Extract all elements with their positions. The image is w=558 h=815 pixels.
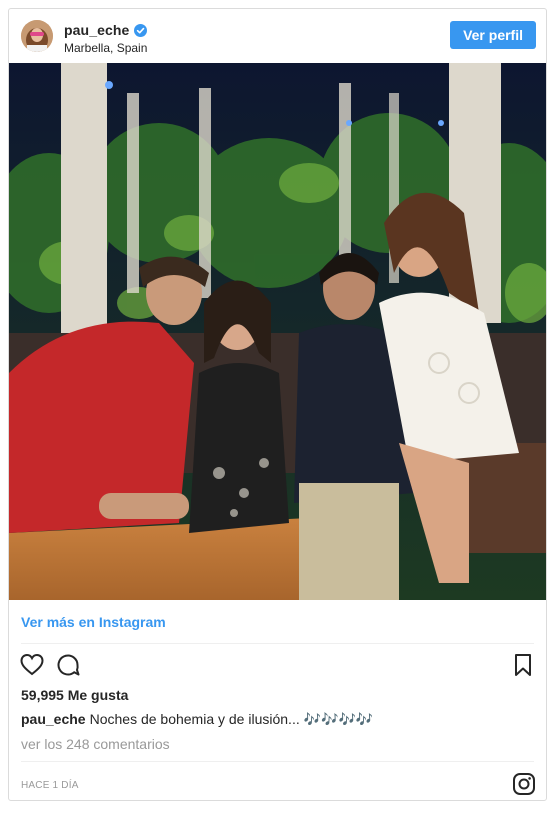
caption-text: Noches de bohemia y de ilusión... 🎶🎶🎶🎶 [89, 711, 374, 727]
heart-icon[interactable] [19, 652, 45, 678]
instagram-embed-card: pau_eche Marbella, Spain Ver perfil Ver … [8, 8, 547, 801]
post-header: pau_eche Marbella, Spain Ver perfil [9, 9, 546, 63]
username-row: pau_eche [64, 21, 148, 39]
verified-badge-icon [134, 23, 148, 37]
comment-icon[interactable] [55, 652, 81, 678]
bookmark-icon[interactable] [510, 652, 536, 678]
username-link[interactable]: pau_eche [64, 22, 129, 38]
view-comments-link[interactable]: ver los 248 comentarios [21, 736, 170, 752]
view-more-on-instagram-link[interactable]: Ver más en Instagram [21, 614, 166, 630]
action-bar [17, 652, 538, 680]
location-link[interactable]: Marbella, Spain [64, 41, 147, 55]
avatar[interactable] [21, 20, 53, 52]
divider [21, 761, 534, 762]
caption-username[interactable]: pau_eche [21, 711, 86, 727]
likes-count[interactable]: 59,995 Me gusta [21, 687, 128, 703]
user-block: pau_eche Marbella, Spain [64, 21, 148, 55]
post-photo[interactable] [9, 63, 546, 600]
caption: pau_eche Noches de bohemia y de ilusión..… [21, 711, 373, 728]
view-profile-button[interactable]: Ver perfil [450, 21, 536, 49]
divider [21, 643, 534, 644]
instagram-icon[interactable] [512, 772, 536, 796]
post-timestamp: HACE 1 DÍA [21, 780, 79, 791]
